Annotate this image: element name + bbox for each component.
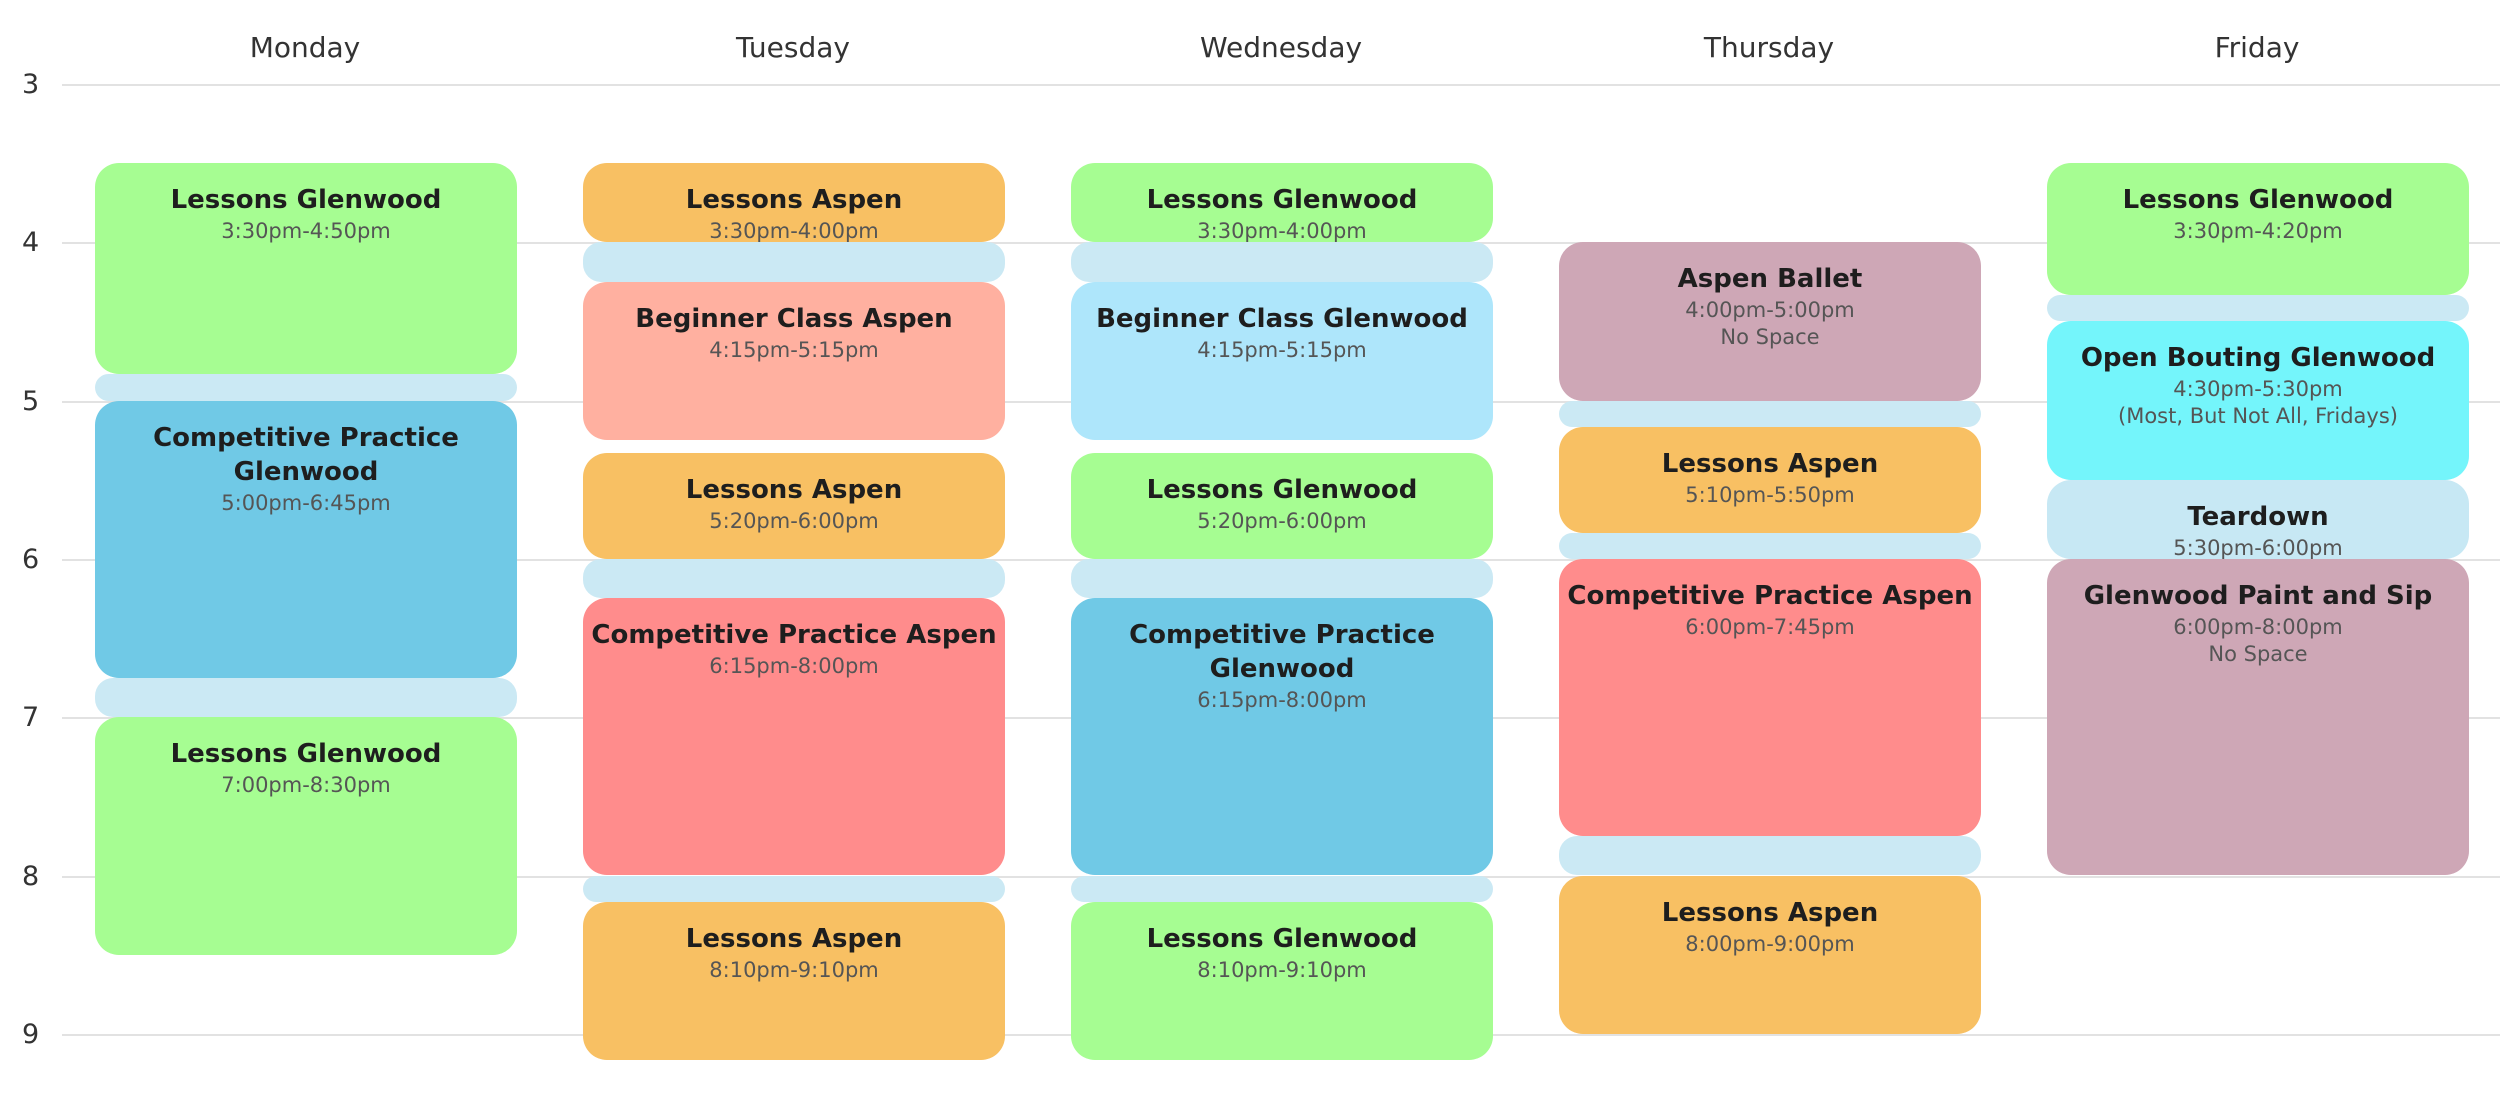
event-time: 5:10pm-5:50pm xyxy=(1685,482,1855,507)
event-competitive-practice-aspen[interactable]: Competitive Practice Aspen 6:00pm-7:45pm xyxy=(1559,558,1981,836)
event-title: Lessons Aspen xyxy=(685,923,903,954)
transition-gap xyxy=(1559,835,1981,876)
event-time: 4:15pm-5:15pm xyxy=(1197,337,1367,362)
event-lessons-glenwood[interactable]: Lessons Glenwood 3:30pm-4:20pm xyxy=(2047,163,2469,296)
event-time: 8:10pm-9:10pm xyxy=(1197,957,1367,982)
hour-label: 6 xyxy=(22,543,40,575)
event-title: Lessons Aspen xyxy=(1661,448,1879,479)
event-lessons-glenwood[interactable]: Lessons Glenwood 5:20pm-6:00pm xyxy=(1071,453,1493,559)
hour-label: 5 xyxy=(22,385,40,417)
event-time: 5:20pm-6:00pm xyxy=(709,509,879,534)
transition-gap xyxy=(583,558,1005,599)
event-title: Lessons Glenwood xyxy=(1146,923,1418,954)
event-time: 3:30pm-4:00pm xyxy=(1197,219,1367,243)
day-header-friday: Friday xyxy=(2214,31,2300,64)
event-title: Competitive Practice Aspen xyxy=(1567,580,1973,611)
transition-gap xyxy=(583,875,1005,902)
event-time: 3:30pm-4:20pm xyxy=(2173,219,2343,244)
hour-label: 4 xyxy=(22,227,40,259)
event-lessons-glenwood[interactable]: Lessons Glenwood 3:30pm-4:00pm xyxy=(1071,163,1493,243)
day-header-thursday: Thursday xyxy=(1703,31,1835,64)
transition-gap xyxy=(95,374,517,401)
day-header-tuesday: Tuesday xyxy=(736,31,850,64)
event-time: 6:15pm-8:00pm xyxy=(1197,688,1367,713)
day-header-wednesday: Wednesday xyxy=(1199,31,1363,64)
event-title: Aspen Ballet xyxy=(1677,264,1863,295)
event-title: Lessons Glenwood xyxy=(170,739,442,770)
event-beginner-class-aspen[interactable]: Beginner Class Aspen 4:15pm-5:15pm xyxy=(583,281,1005,441)
weekly-calendar: Monday Tuesday Wednesday Thursday Friday 3 4 5… xyxy=(0,0,2500,1116)
transition-gap xyxy=(1071,875,1493,902)
event-title: Competitive Practice Glenwood xyxy=(153,422,459,487)
hour-label: 3 xyxy=(22,69,40,100)
event-title: Lessons Glenwood xyxy=(170,185,442,216)
event-open-bouting-glenwood[interactable]: Open Bouting Glenwood 4:30pm-5:30pm (Most,… xyxy=(2047,321,2469,480)
transition-gap xyxy=(583,242,1005,282)
event-time: 4:30pm-5:30pm xyxy=(2173,377,2343,402)
event-lessons-aspen[interactable]: Lessons Aspen 5:20pm-6:00pm xyxy=(583,453,1005,559)
event-competitive-practice-aspen[interactable]: Competitive Practice Aspen 6:15pm-8:00pm xyxy=(583,598,1005,876)
event-time: 5:30pm-6:00pm xyxy=(2173,535,2343,559)
event-beginner-class-glenwood[interactable]: Beginner Class Glenwood 4:15pm-5:15pm xyxy=(1071,281,1493,441)
event-lessons-glenwood[interactable]: Lessons Glenwood 8:10pm-9:10pm xyxy=(1071,901,1493,1061)
transition-gap xyxy=(2047,295,2469,322)
event-title: Lessons Glenwood xyxy=(1146,185,1418,216)
hour-label: 7 xyxy=(22,702,40,734)
hour-label: 8 xyxy=(22,860,40,892)
event-time: 4:15pm-5:15pm xyxy=(709,337,879,362)
event-title: Teardown xyxy=(2187,501,2329,532)
event-title: Competitive Practice Aspen xyxy=(591,620,997,651)
event-aspen-ballet[interactable]: Aspen Ballet 4:00pm-5:00pm No Space xyxy=(1559,242,1981,401)
transition-gap xyxy=(1071,558,1493,599)
event-time: 6:00pm-8:00pm xyxy=(2173,614,2343,639)
event-time: 3:30pm-4:00pm xyxy=(709,219,879,243)
event-time: 6:15pm-8:00pm xyxy=(709,654,879,679)
event-time: 5:20pm-6:00pm xyxy=(1197,509,1367,534)
event-time: 3:30pm-4:50pm xyxy=(221,219,391,244)
event-glenwood-paint-and-sip[interactable]: Glenwood Paint and Sip 6:00pm-8:00pm No Sp… xyxy=(2047,558,2469,876)
event-lessons-aspen[interactable]: Lessons Aspen 5:10pm-5:50pm xyxy=(1559,426,1981,533)
day-header-monday: Monday xyxy=(249,31,361,64)
event-title: Beginner Class Glenwood xyxy=(1096,303,1468,334)
event-time: 5:00pm-6:45pm xyxy=(221,490,391,515)
event-lessons-aspen[interactable]: Lessons Aspen 8:10pm-9:10pm xyxy=(583,901,1005,1061)
event-time: 8:00pm-9:00pm xyxy=(1685,931,1855,956)
event-title: Lessons Glenwood xyxy=(2122,185,2394,216)
event-title: Competitive Practice Glenwood xyxy=(1129,620,1435,685)
event-competitive-practice-glenwood[interactable]: Competitive Practice Glenwood 5:00pm-6:45… xyxy=(95,400,517,678)
transition-gap xyxy=(1559,532,1981,559)
event-note: (Most, But Not All, Fridays) xyxy=(2118,404,2398,429)
event-time: 4:00pm-5:00pm xyxy=(1685,298,1855,323)
hour-gridline xyxy=(62,84,2500,86)
hour-label: 9 xyxy=(22,1018,40,1050)
transition-gap xyxy=(95,677,517,718)
transition-gap xyxy=(1071,242,1493,282)
event-title: Glenwood Paint and Sip xyxy=(2083,580,2433,611)
event-note: No Space xyxy=(2208,641,2308,666)
event-lessons-glenwood[interactable]: Lessons Glenwood 7:00pm-8:30pm xyxy=(95,717,517,955)
event-title: Lessons Aspen xyxy=(1661,897,1879,928)
transition-gap xyxy=(1559,400,1981,427)
event-title: Beginner Class Aspen xyxy=(635,303,953,334)
event-time: 6:00pm-7:45pm xyxy=(1685,614,1855,639)
event-note: No Space xyxy=(1720,325,1820,350)
event-lessons-glenwood[interactable]: Lessons Glenwood 3:30pm-4:50pm xyxy=(95,163,517,375)
event-title: Lessons Glenwood xyxy=(1146,475,1418,506)
event-time: 8:10pm-9:10pm xyxy=(709,957,879,982)
event-title: Lessons Aspen xyxy=(685,185,903,216)
event-lessons-aspen[interactable]: Lessons Aspen 3:30pm-4:00pm xyxy=(583,163,1005,243)
event-competitive-practice-glenwood[interactable]: Competitive Practice Glenwood 6:15pm-8:00… xyxy=(1071,598,1493,876)
event-lessons-aspen[interactable]: Lessons Aspen 8:00pm-9:00pm xyxy=(1559,875,1981,1034)
event-title: Lessons Aspen xyxy=(685,475,903,506)
event-teardown[interactable]: Teardown 5:30pm-6:00pm xyxy=(2047,479,2469,559)
event-title: Open Bouting Glenwood xyxy=(2080,343,2436,374)
event-time: 7:00pm-8:30pm xyxy=(221,773,391,798)
